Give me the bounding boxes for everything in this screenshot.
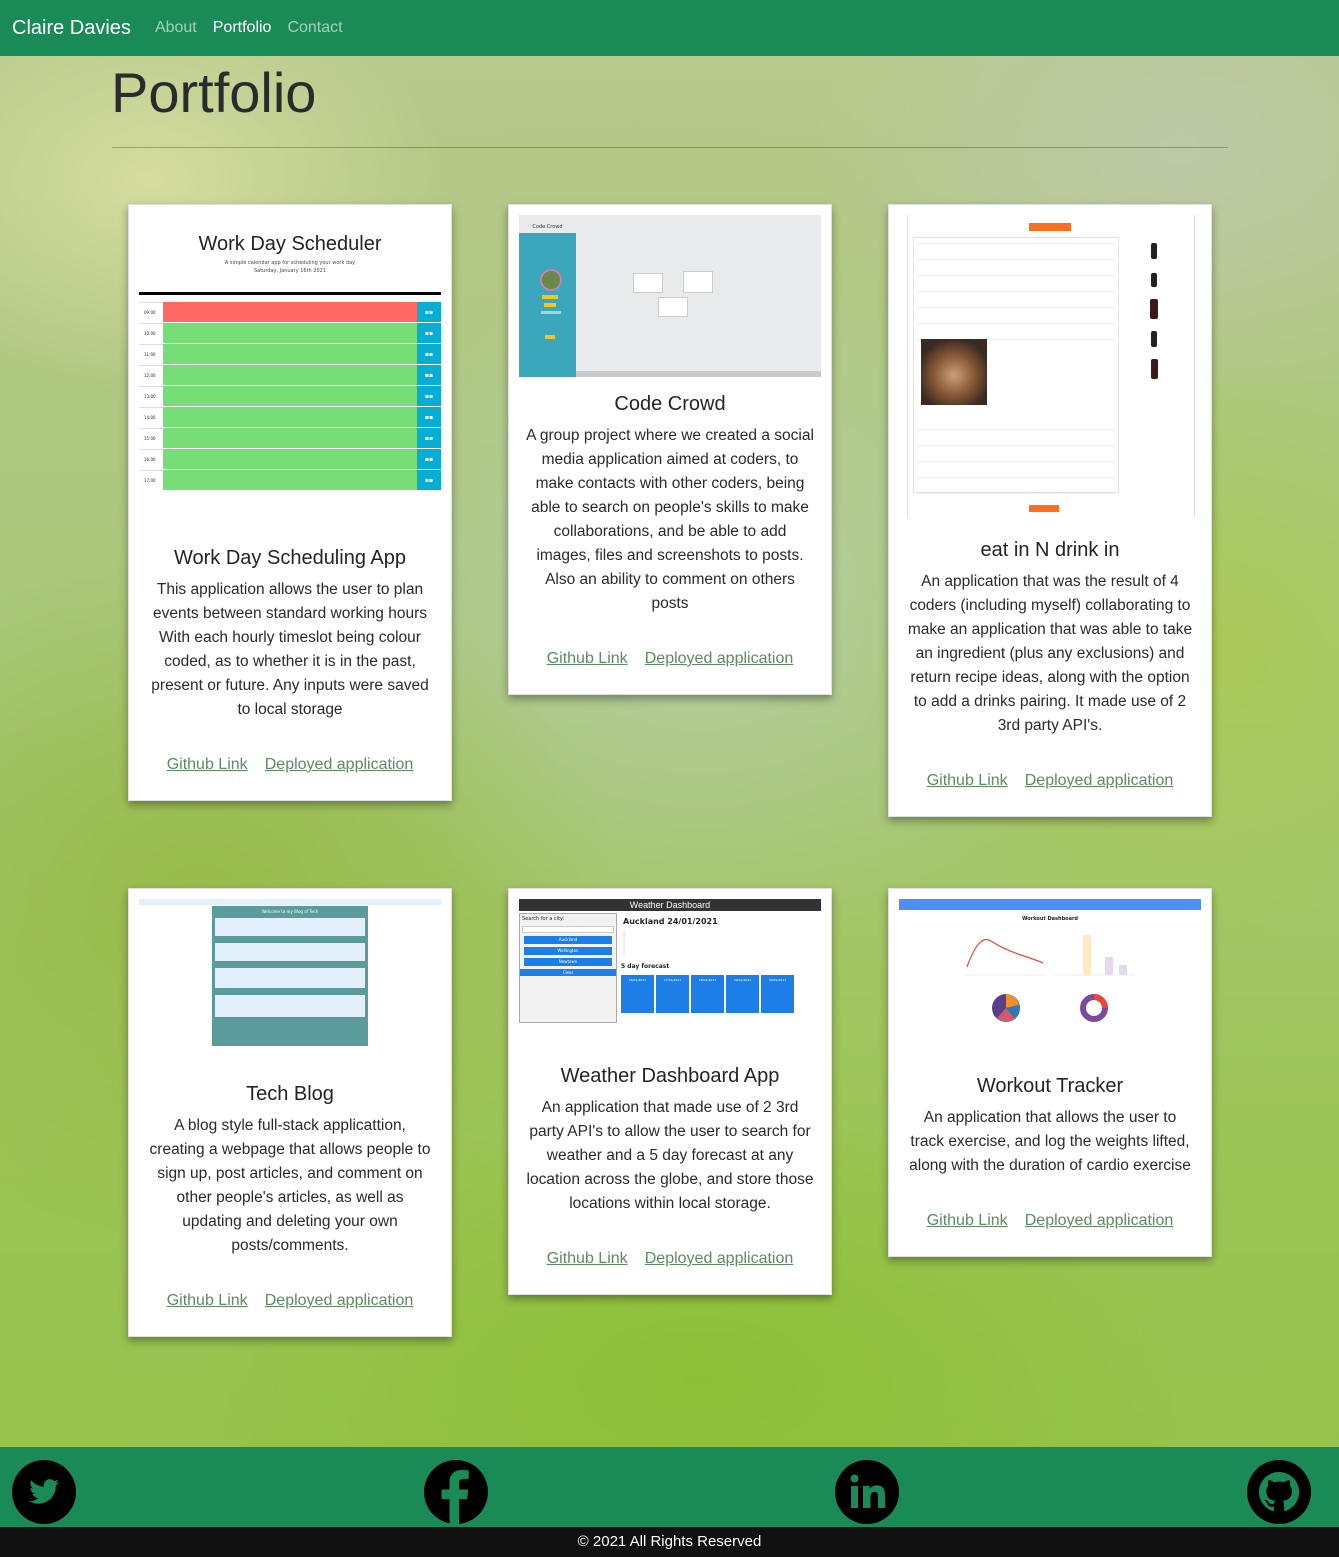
hour-row: 15:00 ▪▪ [139, 428, 441, 449]
project-screenshot[interactable]: Weather Dashboard Search for a city: Auc… [519, 899, 821, 1023]
title-divider [112, 147, 1228, 148]
project-title: Workout Tracker [976, 1075, 1124, 1097]
hour-row: 09:00 ▪▪ [139, 302, 441, 323]
project-screenshot[interactable]: Code Crowd [519, 215, 821, 377]
thumb-doughnut-chart [1080, 994, 1108, 1022]
thumb-food-photo [921, 339, 987, 405]
hour-row: 11:00 ▪▪ [139, 344, 441, 365]
thumb-subtitle: A simple calendar app for scheduling you… [224, 260, 356, 266]
thumb-workout-heading: Workout Dashboard [1021, 916, 1079, 922]
thumb-bar-chart [1055, 935, 1135, 976]
twitter-icon[interactable] [12, 1460, 76, 1524]
deployed-link[interactable]: Deployed application [1025, 1212, 1174, 1229]
project-title: Work Day Scheduling App [174, 547, 406, 569]
thumb-blog-banner: Welcome to my Blog of Tech [261, 909, 319, 914]
github-icon[interactable] [1247, 1460, 1311, 1524]
project-description: An application that was the result of 4 … [907, 573, 1193, 734]
project-description: A blog style full-stack applicattion, cr… [149, 1117, 431, 1254]
hour-row: 17:00 ▪▪ [139, 470, 441, 491]
nav-link-contact[interactable]: Contact [287, 19, 342, 37]
project-description: An application that made use of 2 3rd pa… [526, 1099, 814, 1212]
github-link[interactable]: Github Link [167, 1292, 248, 1309]
thumb-weather-header: Weather Dashboard [519, 899, 821, 911]
deployed-link[interactable]: Deployed application [645, 650, 794, 667]
project-card-eat-in: eat in N drink in An application that wa… [888, 204, 1212, 817]
hour-row: 13:00 ▪▪ [139, 386, 441, 407]
thumb-avatar [540, 269, 562, 291]
nav-link-about[interactable]: About [155, 19, 197, 37]
project-title: Code Crowd [614, 393, 726, 415]
copyright-text: © 2021 All Rights Reserved [0, 1527, 1339, 1557]
github-link[interactable]: Github Link [927, 772, 1008, 789]
footer-social-bar [0, 1447, 1339, 1527]
thumb-date: Saturday, January 16th 2021 [253, 268, 327, 274]
deployed-link[interactable]: Deployed application [1025, 772, 1174, 789]
linkedin-icon[interactable] [835, 1460, 899, 1524]
page-title: Portfolio [111, 61, 317, 124]
project-description: An application that allows the user to t… [909, 1109, 1191, 1174]
project-screenshot[interactable]: Workout Dashboard [899, 899, 1201, 1029]
github-link[interactable]: Github Link [167, 756, 248, 773]
hour-row: 16:00 ▪▪ [139, 449, 441, 470]
nav-link-portfolio[interactable]: Portfolio [213, 19, 272, 37]
project-title: eat in N drink in [980, 539, 1120, 561]
thumb-pie-chart [992, 994, 1020, 1022]
project-description: A group project where we created a socia… [526, 427, 814, 612]
thumb-rule [139, 292, 441, 295]
thumb-sidebar: Code Crowd [519, 215, 576, 377]
brand-link[interactable]: Claire Davies [12, 17, 131, 40]
navbar: Claire Davies About Portfolio Contact [0, 0, 1339, 56]
project-card-work-day: Work Day Scheduler A simple calendar app… [128, 204, 452, 801]
deployed-link[interactable]: Deployed application [645, 1250, 794, 1267]
project-card-workout: Workout Dashboard Workout Tracker An app… [888, 888, 1212, 1257]
thumb-hour-rows: 09:00 ▪▪ 10:00 ▪▪ 11:00 ▪▪ 12:00 ▪▪ 13:00 ▪▪ … [139, 302, 441, 491]
project-screenshot[interactable]: Work Day Scheduler A simple calendar app… [139, 215, 441, 507]
project-description: This application allows the user to plan… [151, 581, 429, 718]
github-link[interactable]: Github Link [927, 1212, 1008, 1229]
project-card-weather: Weather Dashboard Search for a city: Auc… [508, 888, 832, 1295]
project-card-code-crowd: Code Crowd Code Crowd A group project wh… [508, 204, 832, 695]
thumb-line-chart [965, 939, 1045, 976]
thumb-city-date: Auckland 24/01/2021 [623, 917, 718, 926]
github-link[interactable]: Github Link [547, 1250, 628, 1267]
hour-row: 14:00 ▪▪ [139, 407, 441, 428]
thumb-logo: Code Crowd [519, 215, 576, 233]
project-screenshot[interactable] [899, 215, 1201, 517]
facebook-icon[interactable] [424, 1460, 488, 1524]
project-card-tech-blog: Welcome to my Blog of Tech Tech Blog A b… [128, 888, 452, 1337]
deployed-link[interactable]: Deployed application [265, 756, 414, 773]
deployed-link[interactable]: Deployed application [265, 1292, 414, 1309]
hour-row: 10:00 ▪▪ [139, 323, 441, 344]
hour-row: 12:00 ▪▪ [139, 365, 441, 386]
github-link[interactable]: Github Link [547, 650, 628, 667]
thumb-heading: Work Day Scheduler [198, 233, 382, 255]
project-title: Tech Blog [246, 1083, 334, 1105]
project-title: Weather Dashboard App [560, 1065, 780, 1087]
project-screenshot[interactable]: Welcome to my Blog of Tech [139, 899, 441, 1049]
